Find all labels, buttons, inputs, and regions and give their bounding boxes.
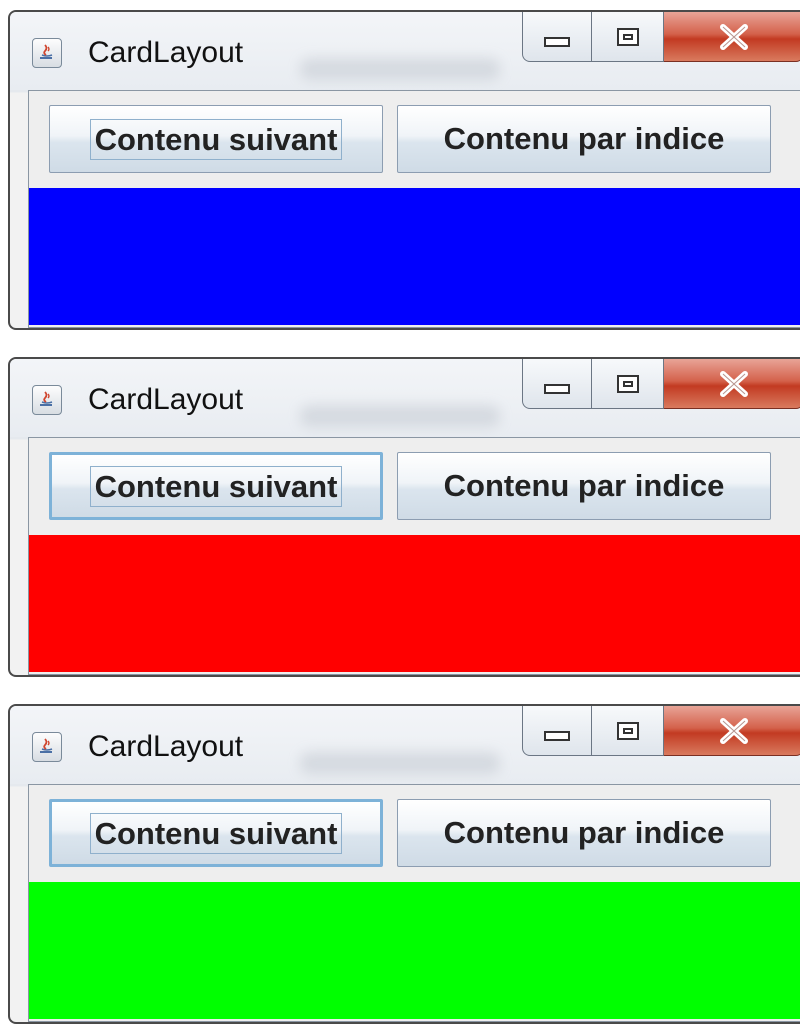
cardlayout-window-red: CardLayout Contenu suivant Contenu par i… [8, 357, 800, 677]
index-content-button[interactable]: Contenu par indice [397, 799, 771, 867]
index-content-label: Contenu par indice [443, 468, 725, 503]
next-content-label: Contenu suivant [89, 118, 343, 160]
close-icon [719, 370, 748, 397]
maximize-button[interactable] [592, 359, 664, 409]
next-content-button[interactable]: Contenu suivant [49, 799, 383, 867]
maximize-icon [616, 374, 639, 393]
cardlayout-window-green: CardLayout Contenu suivant Contenu par i… [8, 704, 800, 1024]
window-title: CardLayout [88, 730, 244, 763]
next-content-button[interactable]: Contenu suivant [49, 452, 383, 520]
title-bar[interactable]: CardLayout [10, 359, 800, 437]
maximize-button[interactable] [592, 12, 664, 62]
card-panel [29, 535, 800, 672]
content-pane: Contenu suivant Contenu par indice [28, 90, 800, 328]
blurred-background [300, 58, 500, 80]
caption-buttons [522, 12, 800, 64]
minimize-icon [544, 730, 570, 741]
minimize-icon [544, 36, 570, 47]
next-content-label: Contenu suivant [89, 812, 343, 854]
minimize-button[interactable] [522, 706, 592, 756]
card-panel [29, 188, 800, 325]
card-panel [29, 882, 800, 1019]
caption-buttons [522, 706, 800, 758]
blurred-background [300, 405, 500, 427]
java-cup-icon[interactable] [32, 38, 62, 68]
index-content-button[interactable]: Contenu par indice [397, 452, 771, 520]
minimize-button[interactable] [522, 359, 592, 409]
java-cup-icon[interactable] [32, 732, 62, 762]
title-bar[interactable]: CardLayout [10, 706, 800, 784]
window-title: CardLayout [88, 36, 244, 69]
close-button[interactable] [664, 706, 800, 756]
index-content-label: Contenu par indice [443, 121, 725, 156]
minimize-icon [544, 383, 570, 394]
maximize-button[interactable] [592, 706, 664, 756]
close-button[interactable] [664, 359, 800, 409]
maximize-icon [616, 721, 639, 740]
index-content-button[interactable]: Contenu par indice [397, 105, 771, 173]
close-icon [719, 23, 748, 50]
close-button[interactable] [664, 12, 800, 62]
minimize-button[interactable] [522, 12, 592, 62]
cardlayout-window-blue: CardLayout Contenu suivant Contenu par i… [8, 10, 800, 330]
close-icon [719, 717, 748, 744]
index-content-label: Contenu par indice [443, 815, 725, 850]
content-pane: Contenu suivant Contenu par indice [28, 784, 800, 1022]
content-pane: Contenu suivant Contenu par indice [28, 437, 800, 675]
blurred-background [300, 752, 500, 774]
title-bar[interactable]: CardLayout [10, 12, 800, 90]
maximize-icon [616, 27, 639, 46]
next-content-label: Contenu suivant [89, 465, 343, 507]
window-title: CardLayout [88, 383, 244, 416]
java-cup-icon[interactable] [32, 385, 62, 415]
next-content-button[interactable]: Contenu suivant [49, 105, 383, 173]
caption-buttons [522, 359, 800, 411]
